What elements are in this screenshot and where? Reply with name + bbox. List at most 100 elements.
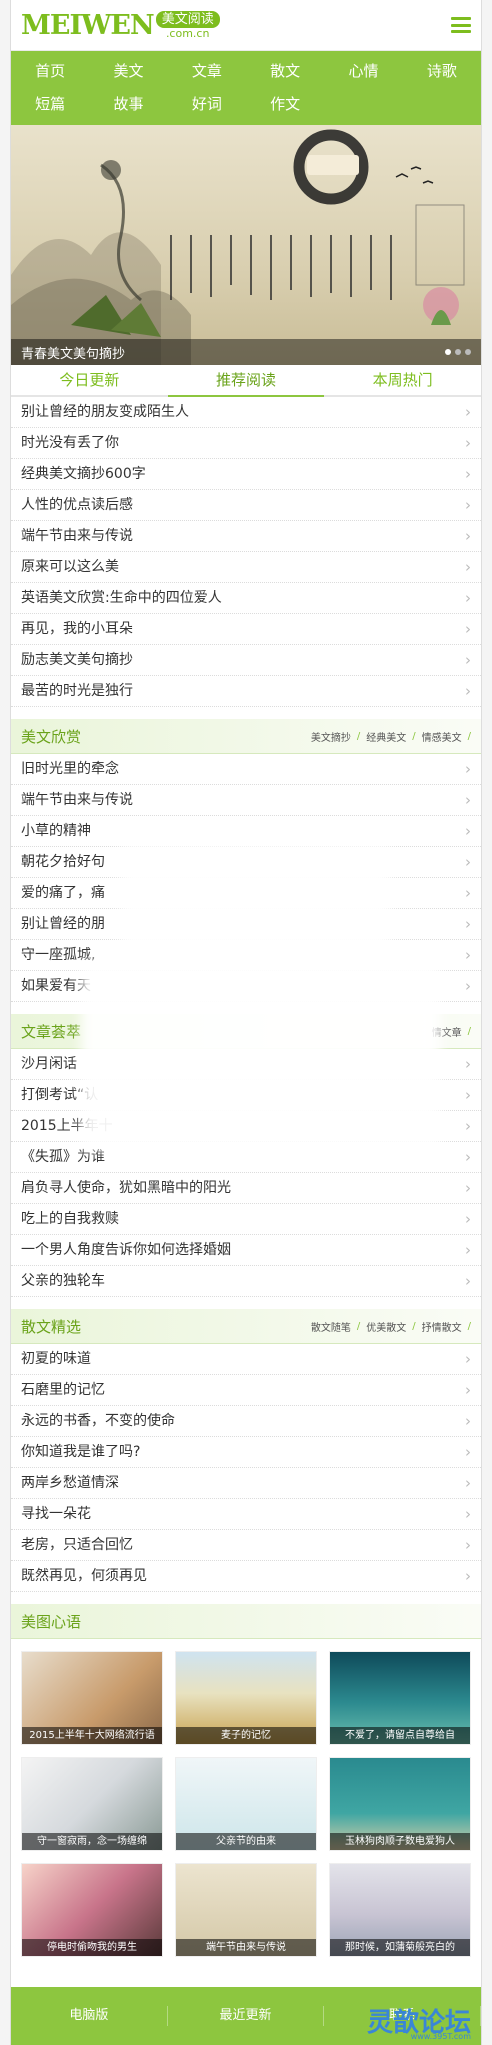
list-item[interactable]: 别让曾经的朋 › [11,909,481,940]
chevron-right-icon: › [465,791,471,809]
gallery-item[interactable]: 2015上半年十大网络流行语 [21,1651,163,1745]
chevron-right-icon: › [465,1272,471,1290]
list-item[interactable]: 端午节由来与传说 › [11,521,481,552]
section-link[interactable]: 经典美文 [366,729,406,744]
list-item[interactable]: 人性的优点读后感 › [11,490,481,521]
section-header-wenzhang: 文章荟萃 情文章 / [11,1014,481,1049]
list-item[interactable]: 守一座孤城, › [11,940,481,971]
list-item[interactable]: 励志美文美句摘抄 › [11,645,481,676]
banner-dot[interactable] [455,349,461,355]
list-item[interactable]: 一个男人角度告诉你如何选择婚姻 › [11,1235,481,1266]
gallery-item[interactable]: 端午节由来与传说 [175,1863,317,1957]
footer-link-recent[interactable]: 最近更新 [168,2006,325,2026]
tab-weekly-hot[interactable]: 本周热门 [324,365,481,395]
list-item[interactable]: 原来可以这么美 › [11,552,481,583]
list-item-title: 英语美文欣赏:生命中的四位爱人 [21,590,222,606]
tab-recommend[interactable]: 推荐阅读 [167,365,325,397]
logo[interactable]: MEIWEN 美文阅读 .com.cn [21,10,220,41]
section-title[interactable]: 美图心语 [21,1611,81,1632]
list-item[interactable]: 再见，我的小耳朵 › [11,614,481,645]
gallery-item[interactable]: 守一窗寂雨，念一场缠绵 [21,1757,163,1851]
nav-item[interactable]: 好词 [168,88,246,121]
list-item[interactable]: 2015上半年十 › [11,1111,481,1142]
section-title[interactable]: 文章荟萃 [21,1021,81,1042]
list-item[interactable]: 时光没有丢了你 › [11,428,481,459]
nav-item[interactable]: 诗歌 [403,55,481,88]
logo-main: MEIWEN [21,9,155,41]
section-link[interactable]: 美文摘抄 [311,729,351,744]
list-item[interactable]: 打倒考试“认 › [11,1080,481,1111]
list-item[interactable]: 英语美文欣赏:生命中的四位爱人 › [11,583,481,614]
list-item[interactable]: 既然再见，何须再见 › [11,1561,481,1592]
nav-item[interactable]: 心情 [324,55,402,88]
section-link[interactable]: 散文随笔 [311,1319,351,1334]
nav-item[interactable]: 散文 [246,55,324,88]
banner-dot[interactable] [465,349,471,355]
list-item-title: 寻找一朵花 [21,1506,91,1522]
list-item[interactable]: 旧时光里的牵念 › [11,754,481,785]
section-link[interactable]: 抒情散文 [422,1319,462,1334]
list-item[interactable]: 爱的痛了，痛 › [11,878,481,909]
list-item[interactable]: 你知道我是谁了吗? › [11,1437,481,1468]
gallery-caption: 那时候，如蒲菊般亮白的 [330,1939,470,1956]
banner-slider[interactable]: 青春美文美句摘抄 [11,125,481,365]
header: MEIWEN 美文阅读 .com.cn [11,0,481,51]
chevron-right-icon: › [465,853,471,871]
nav-item[interactable]: 作文 [246,88,324,121]
list-item[interactable]: 沙月闲话 › [11,1049,481,1080]
gallery-item[interactable]: 停电时偷吻我的男生 [21,1863,163,1957]
nav-item[interactable]: 首页 [11,55,89,88]
gallery-caption: 不爱了，请留点自尊给自 [330,1727,470,1744]
chevron-right-icon: › [465,589,471,607]
list-item[interactable]: 父亲的独轮车 › [11,1266,481,1297]
list-item[interactable]: 端午节由来与传说 › [11,785,481,816]
gallery-item[interactable]: 父亲节的由来 [175,1757,317,1851]
list-item[interactable]: 老房，只适合回忆 › [11,1530,481,1561]
list-item[interactable]: 吃上的自我救赎 › [11,1204,481,1235]
list-item[interactable]: 初夏的味道 › [11,1344,481,1375]
banner-dot[interactable] [445,349,451,355]
gallery-item[interactable]: 玉林狗肉顺子数电爱狗人 [329,1757,471,1851]
list-item-title: 端午节由来与传说 [21,528,133,544]
list-item[interactable]: 《失孤》为谁 › [11,1142,481,1173]
section-link[interactable]: 情文章 [432,1024,462,1039]
chevron-right-icon: › [465,1148,471,1166]
gallery-item[interactable]: 麦子的记忆 [175,1651,317,1745]
nav-item[interactable]: 故事 [89,88,167,121]
gallery-item[interactable]: 那时候，如蒲菊般亮白的 [329,1863,471,1957]
chevron-right-icon: › [465,884,471,902]
nav-item[interactable]: 短篇 [11,88,89,121]
chevron-right-icon: › [465,1474,471,1492]
list-item[interactable]: 最苦的时光是独行 › [11,676,481,707]
section-list: 初夏的味道 › 石磨里的记忆 › 永远的书香，不变的使命 › 你知道我是谁了吗? › 两… [11,1344,481,1592]
list-item[interactable]: 两岸乡愁道情深 › [11,1468,481,1499]
nav-item[interactable]: 美文 [89,55,167,88]
list-item-title: 人性的优点读后感 [21,497,133,513]
nav-item[interactable]: 文章 [168,55,246,88]
list-item[interactable]: 别让曾经的朋友变成陌生人 › [11,397,481,428]
list-item-title: 老房，只适合回忆 [21,1537,133,1553]
section-title[interactable]: 美文欣赏 [21,726,81,747]
section-title[interactable]: 散文精选 [21,1316,81,1337]
list-item[interactable]: 寻找一朵花 › [11,1499,481,1530]
list-item-title: 别让曾经的朋 [21,916,105,932]
tab-today-update[interactable]: 今日更新 [11,365,168,395]
list-item[interactable]: 肩负寻人使命，犹如黑暗中的阳光 › [11,1173,481,1204]
list-item[interactable]: 石磨里的记忆 › [11,1375,481,1406]
list-item[interactable]: 永远的书香，不变的使命 › [11,1406,481,1437]
list-item-title: 别让曾经的朋友变成陌生人 [21,404,189,420]
list-item[interactable]: 经典美文摘抄600字 › [11,459,481,490]
menu-icon[interactable] [451,17,471,33]
list-item[interactable]: 朝花夕拾好句 › [11,847,481,878]
section-link[interactable]: 情感美文 [422,729,462,744]
list-item[interactable]: 如果爱有天 › [11,971,481,1002]
chevron-right-icon: › [465,620,471,638]
logo-cn: 美文阅读 [155,10,220,28]
section-link[interactable]: 优美散文 [366,1319,406,1334]
footer-link-desktop[interactable]: 电脑版 [11,2006,168,2026]
banner-caption[interactable]: 青春美文美句摘抄 [21,343,125,362]
chevron-right-icon: › [465,558,471,576]
gallery-item[interactable]: 不爱了，请留点自尊给自 [329,1651,471,1745]
chevron-right-icon: › [465,651,471,669]
list-item[interactable]: 小草的精神 › [11,816,481,847]
